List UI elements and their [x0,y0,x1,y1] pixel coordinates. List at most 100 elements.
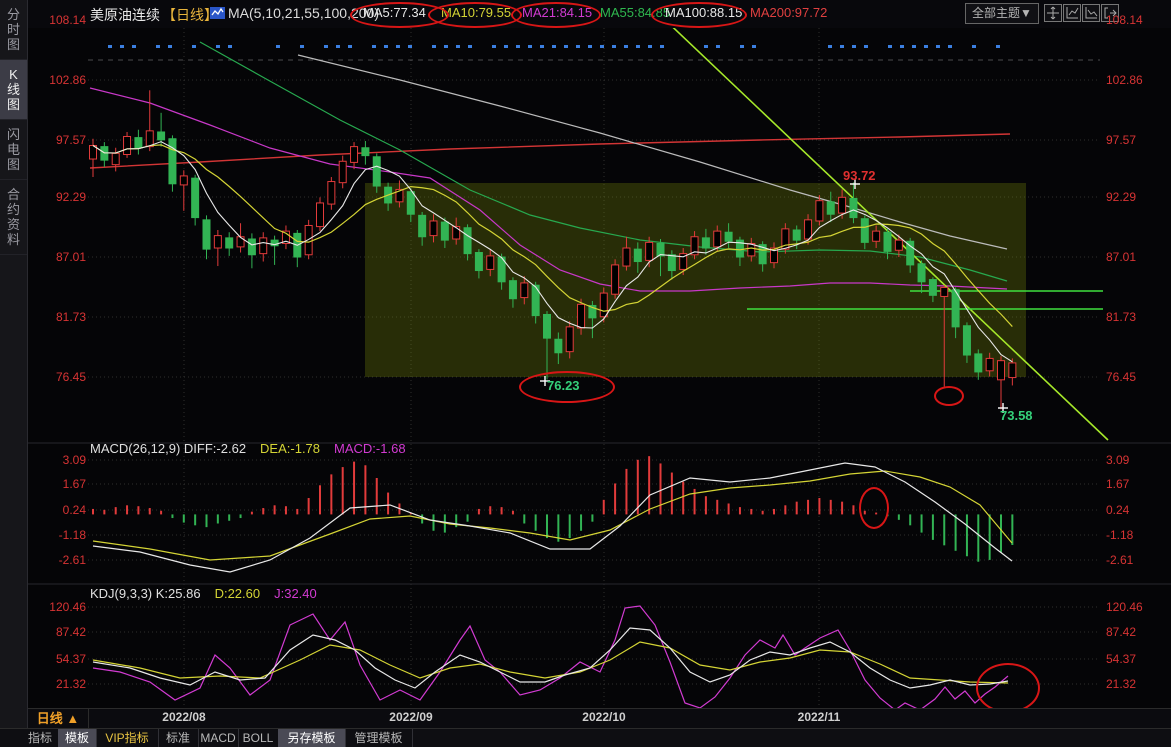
signal-dot [936,45,940,48]
signal-dot [168,45,172,48]
candle-body [464,228,471,254]
candle-body [850,198,857,217]
pan-icon[interactable] [1044,4,1062,22]
tab-标准[interactable]: 标准 [158,729,199,747]
period-selector[interactable]: 日线 ▲ [28,709,89,728]
candle-body [521,283,528,298]
price-axis-label-left: 92.29 [30,190,86,204]
candle-body [839,197,846,213]
candle-body [907,241,914,265]
signal-dot [216,45,220,48]
candle-body [805,220,812,239]
candle-body [317,203,324,227]
candle-body [192,178,199,217]
candle-body [861,219,868,243]
signal-dot [660,45,664,48]
sidebar-item-3[interactable]: 合约资料 [0,180,27,255]
signal-dot [396,45,400,48]
signal-dot [852,45,856,48]
signal-dot [300,45,304,48]
chart-canvas [0,0,1171,747]
signal-dot [156,45,160,48]
candle-body [566,327,573,352]
signal-dot [840,45,844,48]
sidebar-item-0[interactable]: 分时图 [0,0,27,60]
signal-dot [540,45,544,48]
chart-axes-flip-icon[interactable] [1082,4,1100,22]
price-axis-label-right: 81.73 [1106,310,1136,324]
candle-body [827,202,834,214]
candle-body [895,240,902,250]
candle-body [248,239,255,255]
signal-dot [372,45,376,48]
chart-axes-icon[interactable] [1063,4,1081,22]
candle-body [816,201,823,221]
macd-axis-label-right: 0.24 [1106,503,1129,517]
candle-body [339,161,346,182]
candle-body [714,231,721,247]
ma-value-1: MA10:79.55 [441,5,511,20]
signal-dot [752,45,756,48]
price-axis-label-right: 76.45 [1106,370,1136,384]
price-axis-label-right: 97.57 [1106,133,1136,147]
signal-dot [636,45,640,48]
signal-dot [704,45,708,48]
price-axis-label-right: 108.14 [1106,13,1143,27]
tab-另存模板[interactable]: 另存模板 [278,729,346,747]
kdj-axis-label-right: 21.32 [1106,677,1136,691]
kdj-axis-label-left: 54.37 [30,652,86,666]
kdj-axis-label-left: 120.46 [30,600,86,614]
sidebar-item-2[interactable]: 闪电图 [0,120,27,180]
candle-body [169,139,176,184]
signal-dot [384,45,388,48]
macd-label-0: MACD(26,12,9) DIFF:-2.62 [90,441,246,456]
price-axis-label-left: 108.14 [30,13,86,27]
candle-body [487,256,494,270]
price-axis-label-right: 92.29 [1106,190,1136,204]
macd-label-2: MACD:-1.68 [334,441,406,456]
tab-模板[interactable]: 模板 [58,729,97,747]
macd-label-1: DEA:-1.78 [260,441,320,456]
macd-axis-label-left: -1.18 [30,528,86,542]
date-label-1: 2022/09 [389,710,432,724]
candle-body [963,326,970,355]
theme-dropdown-button[interactable]: 全部主题▼ [965,3,1039,24]
date-label-2: 2022/10 [582,710,625,724]
candle-body [929,280,936,296]
tab-VIP指标[interactable]: VIP指标 [96,729,159,747]
candle-body [873,231,880,241]
signal-dot [576,45,580,48]
signal-dot [132,45,136,48]
signal-dot [972,45,976,48]
signal-dot [552,45,556,48]
tab-管理模板[interactable]: 管理模板 [345,729,413,747]
signal-dot [716,45,720,48]
signal-dot [444,45,448,48]
signal-dot [948,45,952,48]
ma-value-3: MA55:84.85 [600,5,670,20]
signal-dot [192,45,196,48]
signal-dot [504,45,508,48]
sidebar-item-1[interactable]: K线图 [0,60,27,120]
candle-body [237,237,244,247]
candle-body [351,147,358,163]
candle-body [702,238,709,248]
candle-body [328,182,335,205]
candle-body [419,215,426,236]
kdj-axis-label-right: 120.46 [1106,600,1143,614]
signal-dot [528,45,532,48]
signal-dot [912,45,916,48]
tab-MACD[interactable]: MACD [198,729,239,747]
signal-dot [864,45,868,48]
candle-body [453,227,460,239]
candle-body [623,248,630,266]
tab-指标[interactable]: 指标 [22,729,59,747]
candle-body [918,264,925,282]
ma-value-0: MA5:77.34 [363,5,426,20]
annotation-text-0: 93.72 [843,168,876,183]
price-axis-label-left: 76.45 [30,370,86,384]
candle-body [373,157,380,186]
candle-body [441,222,448,240]
annotation-text-2: 73.58 [1000,408,1033,423]
tab-BOLL[interactable]: BOLL [238,729,279,747]
